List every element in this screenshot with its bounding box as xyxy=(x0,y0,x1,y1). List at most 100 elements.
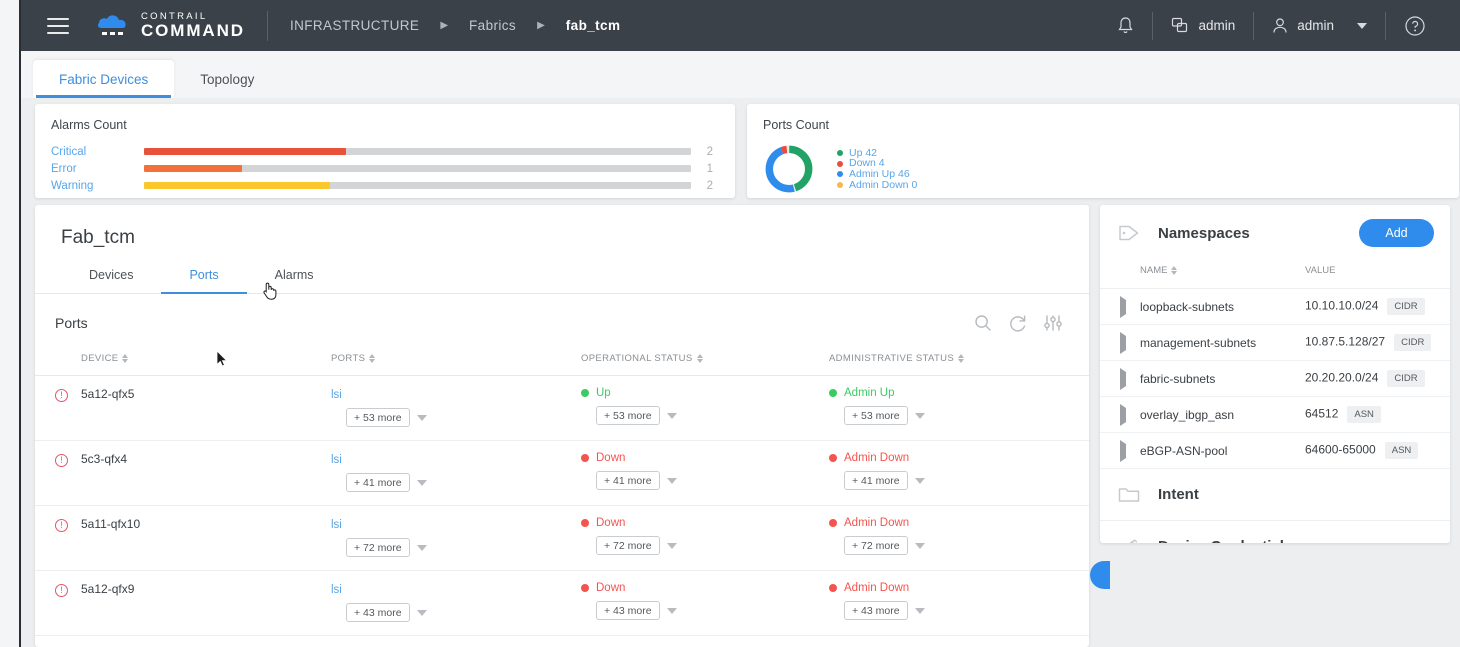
chevron-down-icon[interactable] xyxy=(666,542,677,549)
hamburger-menu-icon[interactable] xyxy=(47,17,69,34)
breadcrumb-item-infrastructure[interactable]: INFRASTRUCTURE xyxy=(290,18,419,33)
alarm-label-error[interactable]: Error xyxy=(51,163,144,175)
cell-port-link[interactable]: lsi xyxy=(331,389,342,401)
chevron-down-icon[interactable] xyxy=(666,412,677,419)
expand-triangle-icon[interactable] xyxy=(1120,295,1126,318)
administrative-more-chip[interactable]: + 72 more xyxy=(844,536,908,555)
chevron-down-icon[interactable] xyxy=(914,607,925,614)
chevron-down-icon[interactable] xyxy=(416,609,427,616)
alarm-bar-error xyxy=(144,165,691,172)
column-ports[interactable]: PORTS xyxy=(331,343,581,376)
administrative-status-label: Admin Down xyxy=(844,517,910,529)
alarm-label-warning[interactable]: Warning xyxy=(51,180,144,192)
operational-status-label: Down xyxy=(596,517,626,529)
cell-port-link[interactable]: lsi xyxy=(331,454,342,466)
table-row[interactable]: ! 5a12-qfx5 lsi + 53 more Up + 53 more A… xyxy=(35,375,1089,441)
cell-device: 5a11-qfx10 xyxy=(81,517,141,531)
namespaces-title: Namespaces xyxy=(1158,224,1250,242)
chevron-down-icon[interactable] xyxy=(914,412,925,419)
operational-more-chip[interactable]: + 53 more xyxy=(596,406,660,425)
subtab-alarms[interactable]: Alarms xyxy=(247,268,342,293)
legend-label-admin-down: Admin Down 0 xyxy=(849,178,918,191)
ports-more-chip[interactable]: + 43 more xyxy=(346,603,410,622)
breadcrumb-item-current: fab_tcm xyxy=(565,18,621,33)
chevron-down-icon[interactable] xyxy=(416,414,427,421)
sort-icon[interactable] xyxy=(122,353,129,364)
sort-icon[interactable] xyxy=(369,353,376,364)
table-row[interactable]: ! 5c3-qfx4 lsi + 41 more Down + 41 more … xyxy=(35,440,1089,506)
ports-more-chip[interactable]: + 72 more xyxy=(346,538,410,557)
cell-administrative-status: Admin Down xyxy=(829,452,1089,464)
table-row[interactable]: ! 5a11-qfx10 lsi + 72 more Down + 72 mor… xyxy=(35,505,1089,571)
chevron-down-icon[interactable] xyxy=(914,542,925,549)
brand-logo[interactable]: CONTRAIL COMMAND xyxy=(94,11,245,41)
subtab-devices[interactable]: Devices xyxy=(61,268,161,293)
list-item[interactable]: loopback-subnets 10.10.10.0/24 CIDR xyxy=(1100,288,1450,325)
alarm-value-critical: 2 xyxy=(706,145,713,158)
tab-fabric-devices[interactable]: Fabric Devices xyxy=(33,60,175,98)
cell-port-link[interactable]: lsi xyxy=(331,584,342,596)
namespace-name: management-subnets xyxy=(1140,335,1257,350)
list-item[interactable]: eBGP-ASN-pool 64600-65000 ASN xyxy=(1100,432,1450,469)
chevron-down-icon[interactable] xyxy=(914,477,925,484)
column-operational-status[interactable]: OPERATIONAL STATUS xyxy=(581,343,829,376)
column-device[interactable]: DEVICE xyxy=(81,343,331,376)
expand-triangle-icon[interactable] xyxy=(1120,331,1126,354)
chevron-down-icon[interactable] xyxy=(416,479,427,486)
expand-triangle-icon[interactable] xyxy=(1120,403,1126,426)
chevron-down-icon[interactable] xyxy=(1357,22,1367,29)
column-name[interactable]: NAME xyxy=(1140,260,1305,289)
tab-topology[interactable]: Topology xyxy=(174,60,280,98)
cluster-icon xyxy=(1172,17,1188,33)
panel-collapse-handle[interactable] xyxy=(1090,561,1110,589)
operational-more-chip[interactable]: + 43 more xyxy=(596,601,660,620)
table-row[interactable]: ! 5a12-qfx9 lsi + 43 more Down + 43 more… xyxy=(35,570,1089,636)
ports-more-chip[interactable]: + 41 more xyxy=(346,473,410,492)
device-credentials-section[interactable]: Device Credentials xyxy=(1100,521,1450,543)
chevron-down-icon[interactable] xyxy=(666,607,677,614)
intent-section[interactable]: Intent xyxy=(1100,469,1450,521)
page-title: Fab_tcm xyxy=(61,227,135,248)
administrative-more-chip[interactable]: + 41 more xyxy=(844,471,908,490)
column-status-icon xyxy=(35,343,81,376)
subtab-ports[interactable]: Ports xyxy=(161,268,247,294)
operational-more-chip[interactable]: + 41 more xyxy=(596,471,660,490)
list-item[interactable]: fabric-subnets 20.20.20.0/24 CIDR xyxy=(1100,360,1450,397)
chevron-down-icon[interactable] xyxy=(666,477,677,484)
refresh-icon[interactable] xyxy=(1008,313,1028,333)
help-button[interactable] xyxy=(1386,15,1444,37)
alarm-bar-warning xyxy=(144,182,691,189)
chevron-down-icon[interactable] xyxy=(416,544,427,551)
alarm-label-critical[interactable]: Critical xyxy=(51,146,144,158)
cluster-selector[interactable]: admin xyxy=(1153,17,1253,34)
column-administrative-status[interactable]: ADMINISTRATIVE STATUS xyxy=(829,343,1089,376)
list-item[interactable]: management-subnets 10.87.5.128/27 CIDR xyxy=(1100,324,1450,361)
alarms-count-title: Alarms Count xyxy=(51,118,127,132)
notifications-button[interactable] xyxy=(1099,16,1152,35)
administrative-more-chip[interactable]: + 53 more xyxy=(844,406,908,425)
ports-donut-chart xyxy=(765,145,813,193)
add-namespace-button[interactable]: Add xyxy=(1359,219,1434,247)
operational-more-chip[interactable]: + 72 more xyxy=(596,536,660,555)
breadcrumb-item-fabrics[interactable]: Fabrics xyxy=(469,18,516,33)
list-item[interactable]: overlay_ibgp_asn 64512 ASN xyxy=(1100,396,1450,433)
expand-triangle-icon[interactable] xyxy=(1120,367,1126,390)
search-icon[interactable] xyxy=(973,313,993,333)
ports-section-title: Ports xyxy=(55,315,88,331)
expand-triangle-icon[interactable] xyxy=(1120,439,1126,462)
alarms-count-card: Alarms Count Critical 2 Error 1 Warning … xyxy=(35,104,735,198)
alarm-row-warning: Warning 2 xyxy=(51,177,713,194)
filter-settings-icon[interactable] xyxy=(1043,313,1063,333)
ports-table: DEVICE PORTS OPERATIONAL STATUS ADMINIST… xyxy=(35,343,1089,636)
sort-icon[interactable] xyxy=(1171,265,1178,276)
top-bar-right-group: admin admin xyxy=(1099,0,1460,51)
user-menu[interactable]: admin xyxy=(1254,17,1385,35)
alarm-value-error: 1 xyxy=(706,162,713,175)
administrative-more-chip[interactable]: + 43 more xyxy=(844,601,908,620)
namespace-type-badge: ASN xyxy=(1347,406,1381,423)
cell-port-link[interactable]: lsi xyxy=(331,519,342,531)
sort-icon[interactable] xyxy=(696,353,703,364)
sort-icon[interactable] xyxy=(958,353,965,364)
ports-more-chip[interactable]: + 53 more xyxy=(346,408,410,427)
alarm-row-critical: Critical 2 xyxy=(51,143,713,160)
